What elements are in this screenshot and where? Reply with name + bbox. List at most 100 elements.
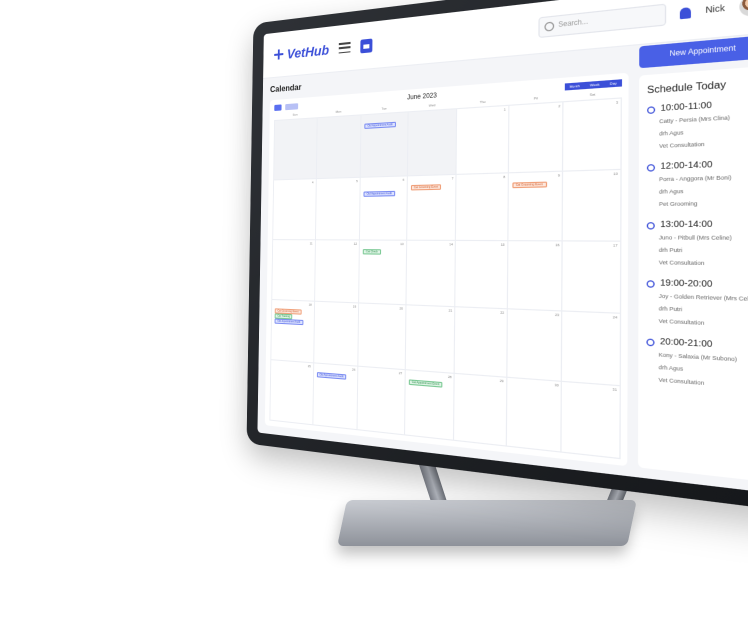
schedule-item[interactable]: 20:00-21:00 Kony - Salaxia (Mr Subono) drh…: [646, 337, 748, 391]
calendar-day-cell[interactable]: 9 Cat Grooming Event: [508, 171, 564, 242]
day-number: 25: [307, 363, 311, 369]
calendar-day-cell[interactable]: 20: [358, 303, 407, 371]
calendar-event[interactable]: Old Appointment Audit: [274, 318, 304, 326]
app-screen: VetHub Search... Nick Calendar June 2023…: [257, 0, 748, 495]
calendar-day-cell[interactable]: 27: [357, 366, 406, 436]
schedule-doctor: drh Putri: [658, 246, 683, 254]
calendar-day-cell[interactable]: 3: [563, 98, 622, 172]
calendar-day-cell[interactable]: 22: [454, 307, 508, 378]
day-number: 20: [399, 306, 403, 311]
calendar-day-cell[interactable]: [274, 118, 318, 181]
schedule-panel: New Appointment Schedule Today 10:00-11:…: [637, 34, 748, 483]
calendar-day-cell[interactable]: [407, 109, 458, 177]
search-icon: [544, 21, 555, 32]
today-button[interactable]: [285, 103, 299, 111]
schedule-item[interactable]: 10:00-11:00 Catty - Persia (Mrs Clina) drh…: [647, 99, 748, 151]
schedule-doctor: drh Putri: [658, 305, 683, 313]
search-placeholder: Search...: [558, 19, 589, 30]
schedule-card: Schedule Today 10:00-11:00 Catty - Persia…: [637, 65, 748, 483]
calendar-day-cell[interactable]: 2: [508, 102, 565, 174]
schedule-time-row: 12:00-14:00: [646, 159, 748, 172]
day-number: 13: [400, 241, 404, 247]
day-number: 31: [612, 386, 617, 393]
schedule-pet: Joy - Golden Retriever (Mrs Celine): [658, 292, 748, 303]
calendar-day-cell[interactable]: 23: [507, 309, 563, 382]
calendar-day-cell[interactable]: 12: [314, 240, 361, 304]
day-number: 17: [613, 242, 618, 248]
day-number: 15: [500, 242, 505, 247]
schedule-time: 12:00-14:00: [660, 160, 713, 172]
logo-text: VetHub: [286, 41, 330, 62]
calendar-day-cell[interactable]: 4: [273, 179, 317, 241]
calendar-day-cell[interactable]: 14: [406, 240, 457, 308]
calendar-event[interactable]: Old Appointment Audit: [364, 121, 396, 129]
day-number: 16: [555, 242, 560, 248]
day-number: 14: [449, 242, 453, 247]
schedule-service: Pet Grooming: [658, 200, 698, 208]
schedule-item[interactable]: 19:00-20:00 Joy - Golden Retriever (Mrs C…: [646, 279, 748, 330]
schedule-time-row: 13:00-14:00: [646, 220, 748, 230]
calendar-event[interactable]: Old Appointment Audit: [363, 190, 396, 197]
schedule-doctor: drh Agus: [658, 188, 684, 195]
schedule-service: Vet Consultation: [658, 376, 705, 387]
calendar-day-cell[interactable]: 31: [562, 381, 621, 460]
schedule-title: Schedule Today: [647, 79, 727, 96]
calendar-day-cell[interactable]: 10: [563, 169, 622, 242]
status-dot-icon: [646, 279, 655, 288]
calendar-day-cell[interactable]: 26 Old Appointment Audit: [312, 363, 359, 431]
schedule-item[interactable]: 12:00-14:00 Porra - Anggora (Mr Boni) drh …: [646, 159, 748, 208]
status-dot-icon: [646, 337, 655, 346]
calendar-day-cell[interactable]: 5: [315, 177, 361, 241]
day-number: 30: [554, 382, 559, 388]
calendar-day-cell[interactable]: 17: [562, 241, 622, 314]
calendar-event[interactable]: Cat Check: [362, 249, 381, 255]
day-number: 22: [500, 310, 505, 316]
calendar-event[interactable]: Cat Appointment Event: [408, 379, 443, 388]
schedule-time: 20:00-21:00: [659, 337, 713, 350]
day-number: 4: [311, 180, 314, 185]
calendar-card: June 2023 Month Week Day Sun Mon Tue Wed…: [264, 72, 629, 467]
calendar-icon[interactable]: [360, 37, 373, 53]
bell-icon[interactable]: [680, 6, 692, 19]
calendar-panel: Calendar June 2023 Month Week Day Sun Mo…: [264, 55, 629, 467]
calendar-day-cell[interactable]: 7 Cat Grooming Event: [406, 174, 457, 241]
calendar-day-cell[interactable]: 15: [455, 240, 509, 310]
calendar-day-cell[interactable]: 8: [456, 173, 509, 242]
day-number: 26: [352, 367, 356, 372]
calendar-day-cell[interactable]: 25: [270, 360, 314, 426]
calendar-day-cell[interactable]: 16: [507, 241, 564, 312]
day-number: 6: [402, 177, 405, 182]
schedule-service: Vet Consultation: [658, 259, 705, 267]
calendar-event[interactable]: Cat Grooming Event: [410, 184, 442, 191]
user-name: Nick: [705, 4, 725, 15]
view-day-button[interactable]: Day: [604, 79, 623, 88]
calendar-day-cell[interactable]: 18 Cat Grooming Event Cat Training Old Appo…: [271, 300, 315, 364]
avatar[interactable]: [739, 0, 748, 18]
calendar-day-cell[interactable]: 30: [506, 377, 563, 453]
calendar-event[interactable]: Cat Grooming Event: [512, 181, 547, 189]
calendar-day-cell[interactable]: 19: [313, 301, 360, 367]
calendar-day-cell[interactable]: 21: [405, 305, 456, 374]
calendar-day-cell[interactable]: 28 Cat Appointment Event: [404, 370, 455, 441]
view-switcher: Month Week Day: [564, 79, 623, 91]
logo[interactable]: VetHub: [274, 42, 329, 63]
day-number: 2: [558, 103, 561, 109]
schedule-item[interactable]: 13:00-14:00 Juno - Pitbull (Mrs Celine) dr…: [646, 220, 748, 268]
prev-month-button[interactable]: [274, 104, 282, 111]
calendar-event[interactable]: Old Appointment Audit: [316, 372, 347, 380]
view-month-button[interactable]: Month: [564, 81, 585, 91]
search-input[interactable]: Search...: [538, 3, 667, 39]
calendar-day-cell[interactable]: [316, 115, 362, 180]
menu-icon[interactable]: [338, 41, 351, 54]
calendar-day-cell[interactable]: 11: [272, 240, 316, 302]
calendar-day-cell[interactable]: 6 Old Appointment Audit: [360, 176, 408, 241]
calendar-day-cell[interactable]: 29: [454, 373, 508, 447]
calendar-day-cell[interactable]: 1: [456, 105, 510, 175]
view-week-button[interactable]: Week: [584, 80, 605, 90]
day-number: 29: [499, 378, 504, 384]
schedule-doctor: drh Agus: [659, 129, 684, 137]
calendar-day-cell[interactable]: 24: [562, 311, 622, 387]
calendar-day-cell[interactable]: Old Appointment Audit: [360, 112, 409, 178]
monitor: VetHub Search... Nick Calendar June 2023…: [246, 0, 748, 513]
calendar-day-cell[interactable]: 13 Cat Check: [359, 240, 407, 306]
